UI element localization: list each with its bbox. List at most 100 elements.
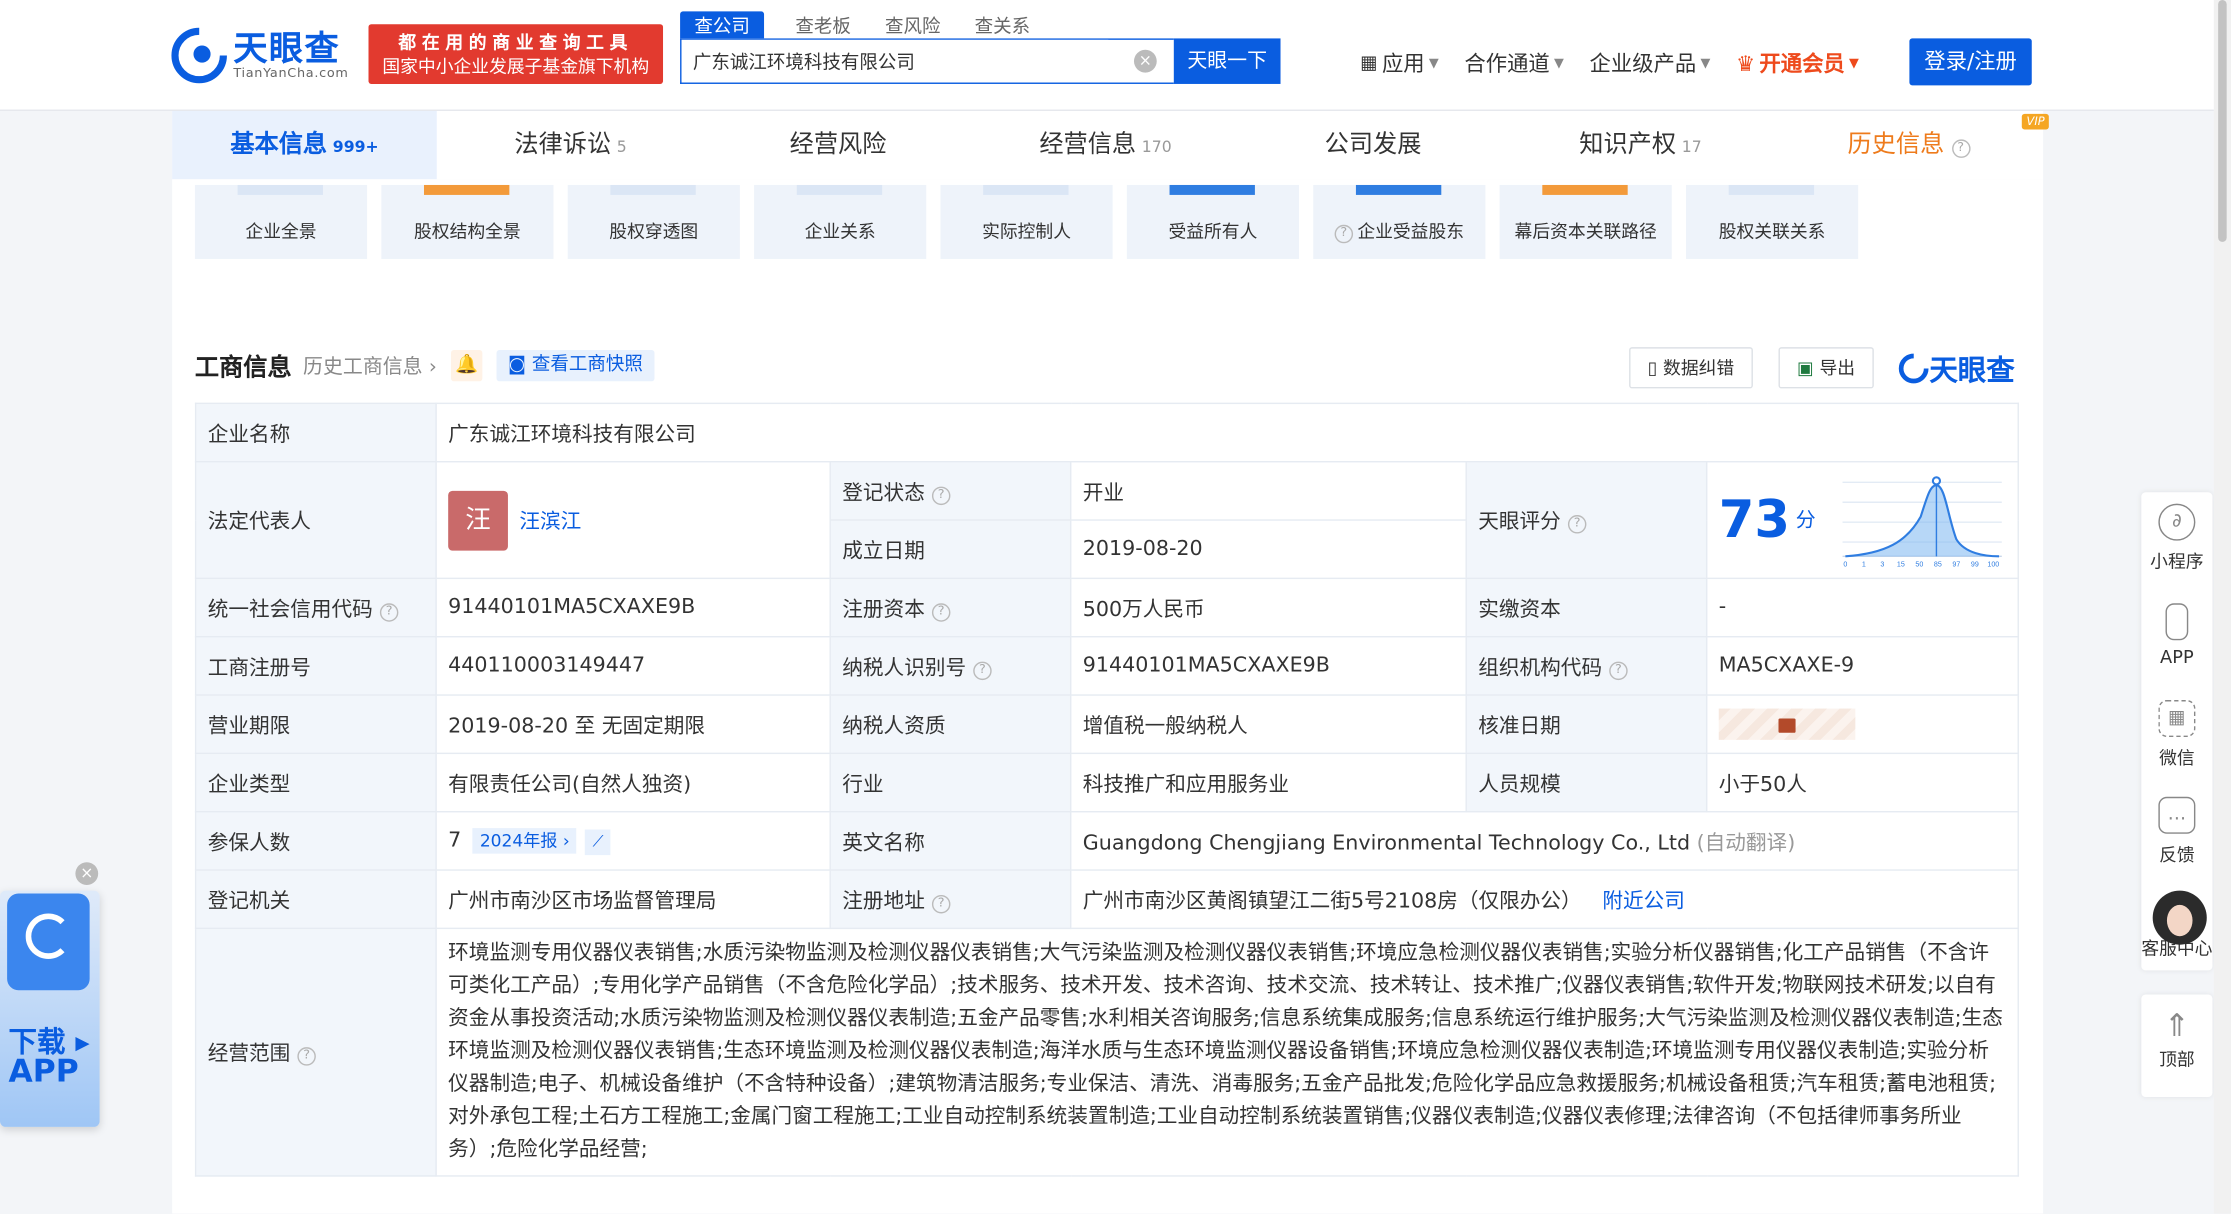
mini-program-button[interactable]: ∂ 小程序 xyxy=(2141,503,2212,574)
tab-development[interactable]: 公司发展 xyxy=(1239,111,1506,179)
search-tab-company[interactable]: 查公司 xyxy=(680,11,765,38)
score-curve-area xyxy=(1844,484,1999,556)
correct-button[interactable]: ▯ 数据纠错 xyxy=(1629,347,1753,389)
search-tab-risk[interactable]: 查风险 xyxy=(882,11,943,38)
mini-program-icon: ∂ xyxy=(2158,503,2196,541)
field-label: 参保人数 xyxy=(194,810,437,871)
nav-vip[interactable]: ♛ 开通会员 ▼ xyxy=(1736,48,1859,78)
help-icon[interactable]: ? xyxy=(931,485,951,505)
company-type: 有限责任公司(自然人独资) xyxy=(435,752,831,813)
search-button[interactable]: 天眼一下 xyxy=(1173,38,1281,84)
chat-icon: … xyxy=(2158,796,2196,834)
sidebar-label: 小程序 xyxy=(2150,550,2204,572)
help-icon: ? xyxy=(1334,224,1354,244)
slogan-line2: 国家中小企业发展子基金旗下机构 xyxy=(382,55,650,77)
export-button[interactable]: ▣ 导出 xyxy=(1778,347,1874,389)
nav-enterprise[interactable]: 企业级产品 ▼ xyxy=(1590,48,1711,78)
tile-thumbnail xyxy=(1169,184,1255,195)
score-cell[interactable]: 73 分 0 1 3 15 50 85 97 99 100 xyxy=(1705,460,2019,580)
tile-thumbnail xyxy=(1728,184,1815,195)
download-line1: 下载 ▸ xyxy=(8,1024,90,1059)
section-title: 工商信息 xyxy=(194,354,292,383)
tile-equity-penetration[interactable]: 股权穿透图 xyxy=(567,184,740,259)
field-label-text: 纳税人识别号 xyxy=(842,656,967,680)
nav-cooperation-label: 合作通道 xyxy=(1464,51,1550,77)
tab-basic-info[interactable]: 基本信息 999+ xyxy=(172,110,437,180)
annual-report-link[interactable]: 2024年报 › xyxy=(472,827,577,853)
field-label: 注册地址? xyxy=(829,869,1072,930)
logo-icon xyxy=(25,913,72,959)
trend-chart-icon[interactable]: ⟋ xyxy=(585,828,611,855)
axis-tick-label: 0 xyxy=(1843,560,1847,567)
nav-apps[interactable]: ▦ 应用 ▼ xyxy=(1360,48,1439,78)
customer-service-avatar[interactable] xyxy=(2152,890,2207,945)
tile-equity-structure[interactable]: 股权结构全景 xyxy=(381,184,554,259)
axis-tick-label: 97 xyxy=(1952,560,1960,567)
field-label: 行业 xyxy=(829,752,1072,813)
field-label: 经营范围? xyxy=(194,927,437,1177)
help-icon[interactable]: ? xyxy=(1567,515,1587,534)
auto-translate-note: (自动翻译) xyxy=(1696,831,1796,855)
snapshot-button[interactable]: ◙ 查看工商快照 xyxy=(496,349,655,381)
tab-risk[interactable]: 经营风险 xyxy=(704,111,971,179)
legal-rep-link[interactable]: 汪滨江 xyxy=(519,511,581,534)
help-icon[interactable]: ? xyxy=(1609,660,1628,680)
field-label-text: 天眼评分 xyxy=(1478,510,1561,534)
grid-icon: ▦ xyxy=(1360,52,1378,74)
help-icon[interactable]: ? xyxy=(297,1047,316,1066)
tab-label: 经营风险 xyxy=(789,130,887,160)
lock-icon[interactable] xyxy=(1718,708,1856,740)
login-button[interactable]: 登录/注册 xyxy=(1909,38,2032,86)
taxpayer-id: 91440101MA5CXAXE9B xyxy=(1069,635,1467,696)
annual-report-label: 2024年报 xyxy=(479,830,558,851)
search-tab-relation[interactable]: 查关系 xyxy=(972,11,1033,38)
tianyancha-logo[interactable]: 天眼查 TianYanCha.com xyxy=(171,24,367,87)
help-icon[interactable]: ? xyxy=(379,602,399,622)
nav-apps-label: 应用 xyxy=(1381,51,1425,77)
slogan-banner: 都在用的商业查询工具 国家中小企业发展子基金旗下机构 xyxy=(368,24,664,84)
tile-beneficial-shareholder[interactable]: ? 企业受益股东 xyxy=(1313,184,1486,259)
tab-count: 5 xyxy=(616,138,627,157)
field-label: 纳税人资质 xyxy=(829,694,1072,755)
tile-controller[interactable]: 实际控制人 xyxy=(940,184,1113,259)
tile-capital-path[interactable]: 幕后资本关联路径 xyxy=(1499,184,1672,259)
tab-legal[interactable]: 法律诉讼 5 xyxy=(437,111,704,179)
help-icon[interactable]: ? xyxy=(931,894,951,913)
back-to-top-button[interactable]: ⇑ 顶部 xyxy=(2141,994,2213,1097)
scrollbar-thumb[interactable] xyxy=(2218,0,2227,242)
clear-icon[interactable]: × xyxy=(1133,49,1157,73)
help-icon[interactable]: ? xyxy=(931,602,951,622)
app-button[interactable]: APP xyxy=(2141,603,2212,667)
tab-label: 经营信息 xyxy=(1039,130,1137,160)
field-label: 组织机构代码? xyxy=(1465,635,1708,696)
wechat-button[interactable]: ▦ 微信 xyxy=(2141,700,2212,770)
tile-equity-relation[interactable]: 股权关联关系 xyxy=(1686,184,1859,259)
tile-panorama[interactable]: 企业全景 xyxy=(194,184,368,259)
field-label: 纳税人识别号? xyxy=(829,635,1072,696)
feedback-button[interactable]: … 反馈 xyxy=(2141,796,2212,867)
bell-icon[interactable]: 🔔 xyxy=(451,349,483,381)
tile-thumbnail xyxy=(423,184,510,195)
nearby-companies-link[interactable]: 附近公司 xyxy=(1602,890,1685,913)
avatar[interactable]: 汪 xyxy=(448,490,508,550)
approval-date-locked[interactable] xyxy=(1705,694,2019,755)
tile-relations[interactable]: 企业关系 xyxy=(754,184,927,259)
tab-history[interactable]: 历史信息? VIP xyxy=(1774,111,2049,179)
search-tab-boss[interactable]: 查老板 xyxy=(793,11,854,38)
field-label: 核准日期 xyxy=(1465,694,1708,755)
download-app-banner[interactable]: 下载 ▸ APP xyxy=(0,890,100,1127)
tab-ip[interactable]: 知识产权 17 xyxy=(1507,111,1774,179)
axis-tick-label: 85 xyxy=(1933,560,1941,567)
tab-count: 170 xyxy=(1141,138,1172,157)
nav-cooperation[interactable]: 合作通道 ▼ xyxy=(1464,48,1564,78)
tile-beneficiary[interactable]: 受益所有人 xyxy=(1126,184,1300,259)
history-link[interactable]: 历史工商信息 › xyxy=(303,351,437,379)
help-icon[interactable]: ? xyxy=(973,660,992,680)
tab-operation[interactable]: 经营信息 170 xyxy=(972,111,1239,179)
paid-capital: - xyxy=(1705,577,2019,638)
found-date: 2019-08-20 xyxy=(1069,519,1467,580)
header-nav: ▦ 应用 ▼ 合作通道 ▼ 企业级产品 ▼ ♛ 开通会员 ▼ xyxy=(1360,48,1884,78)
close-icon[interactable]: × xyxy=(75,862,99,885)
field-label: 天眼评分? xyxy=(1465,460,1708,580)
search-input[interactable] xyxy=(681,39,1109,82)
